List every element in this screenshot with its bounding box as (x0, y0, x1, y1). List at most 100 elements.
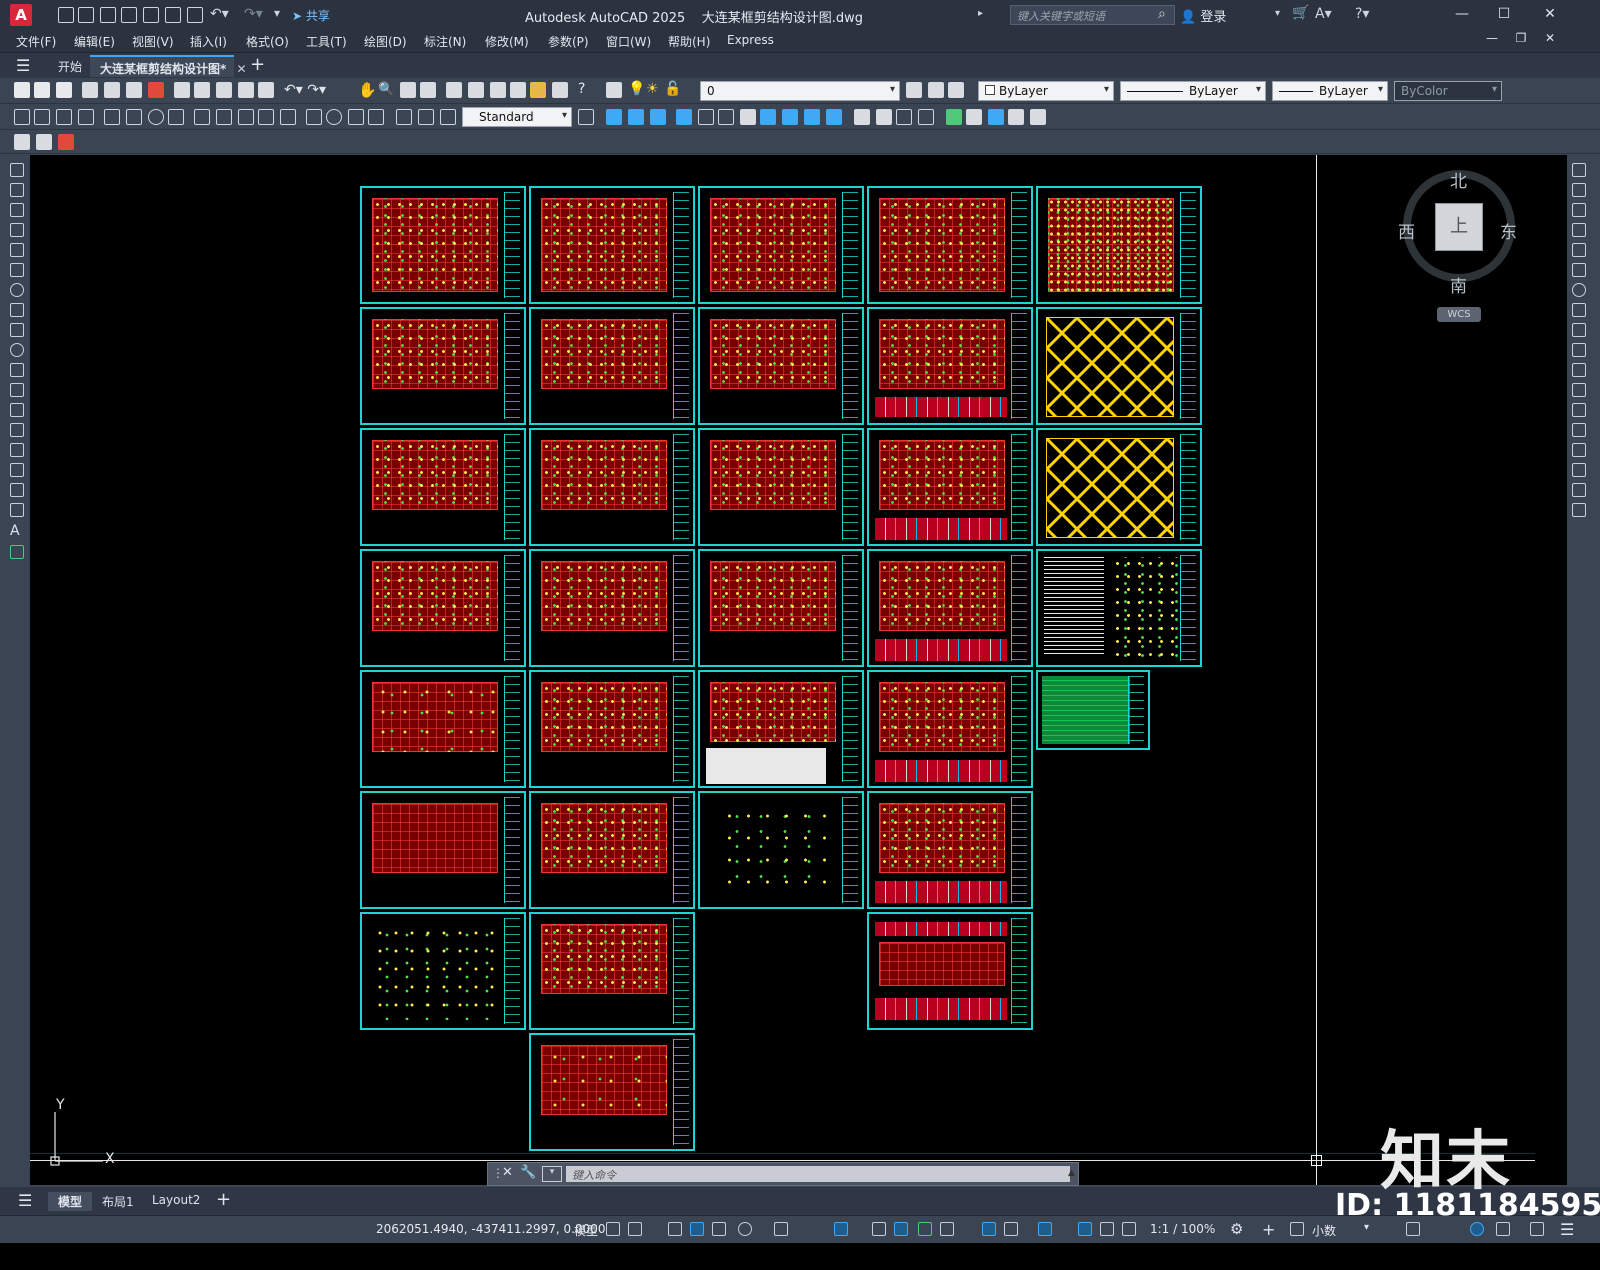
markup-icon[interactable] (530, 82, 546, 98)
continue-dim-icon[interactable] (238, 109, 254, 125)
menu-format[interactable]: 格式(O) (246, 33, 289, 50)
qnew-icon[interactable] (14, 82, 30, 98)
units-dropdown-icon[interactable]: ▾ (1364, 1222, 1369, 1233)
annotation-monitor-icon[interactable]: + (1262, 1220, 1275, 1239)
drawing-sheet[interactable] (360, 307, 526, 425)
search-icon[interactable]: ⌕ (1158, 6, 1166, 22)
hardware-acceleration-icon[interactable] (1496, 1222, 1510, 1236)
menu-file[interactable]: 文件(F) (16, 33, 56, 50)
layout-menu-icon[interactable]: ☰ (18, 1191, 32, 1210)
attribute-manager-icon[interactable] (58, 134, 74, 150)
annotation-scale-icon[interactable] (1122, 1222, 1136, 1236)
save-icon-tb[interactable] (56, 82, 72, 98)
radius-dim-icon[interactable] (104, 109, 120, 125)
menu-draw[interactable]: 绘图(D) (364, 33, 407, 50)
drawing-sheet[interactable] (529, 1033, 695, 1151)
region-icon[interactable] (10, 483, 24, 497)
lineweight-dropdown[interactable]: ByLayer ▾ (1272, 81, 1388, 101)
drawing-sheet[interactable] (360, 186, 526, 304)
undo-icon-tb[interactable]: ↶▾ ↷▾ (284, 82, 326, 98)
annotation-scale-readout[interactable]: 1:1 / 100% (1150, 1222, 1215, 1236)
table-icon[interactable] (10, 503, 24, 517)
quick-dim-icon[interactable] (194, 109, 210, 125)
erase-icon[interactable] (1572, 163, 1586, 177)
linetype-dropdown[interactable]: ByLayer ▾ (1120, 81, 1266, 101)
menu-express[interactable]: Express (727, 33, 774, 47)
adjust-icon[interactable] (1008, 109, 1024, 125)
copy-object-icon[interactable] (1572, 183, 1586, 197)
dim-break-icon[interactable] (280, 109, 296, 125)
tab-active-drawing[interactable]: 大连某框剪结构设计图* ✕ (90, 55, 247, 77)
workspace-gear-icon[interactable]: ⚙ (1230, 1220, 1243, 1238)
frames-icon[interactable] (1030, 109, 1046, 125)
menu-edit[interactable]: 编辑(E) (74, 33, 115, 50)
undo-icon[interactable]: ↶▾ (210, 6, 229, 22)
hatch-icon[interactable] (10, 443, 24, 457)
command-history-icon[interactable]: ▲ (1068, 1168, 1075, 1178)
sign-in-button[interactable]: 👤 登录 (1180, 6, 1226, 25)
point-icon[interactable] (10, 423, 24, 437)
drawing-sheet[interactable] (867, 670, 1033, 788)
jogged-linear-icon[interactable] (368, 109, 384, 125)
circle-icon[interactable] (10, 283, 24, 297)
attribute-edit-icon[interactable] (36, 134, 52, 150)
make-current-layer-icon[interactable] (906, 82, 922, 98)
baseline-dim-icon[interactable] (216, 109, 232, 125)
trim-icon[interactable] (1572, 343, 1586, 357)
block-editor-icon[interactable] (258, 82, 274, 98)
copy-icon[interactable] (194, 82, 210, 98)
drawing-sheet[interactable] (867, 428, 1033, 546)
drawing-sheet[interactable] (529, 670, 695, 788)
calculator-icon[interactable] (552, 82, 568, 98)
save-as-icon[interactable] (121, 7, 137, 23)
hamburger-menu-icon[interactable]: ☰ (16, 56, 30, 75)
tool-palettes-icon[interactable] (490, 82, 506, 98)
ellipse-arc-icon[interactable] (10, 363, 24, 377)
publish-icon[interactable] (126, 82, 142, 98)
isolate-objects-icon[interactable] (1470, 1222, 1484, 1236)
draw-order-under-icon[interactable] (676, 109, 692, 125)
drawing-sheet[interactable] (1036, 186, 1202, 304)
drawing-sheet[interactable] (867, 912, 1033, 1030)
drawing-sheet[interactable] (698, 791, 864, 909)
viewcube-top-face[interactable]: 上 (1435, 203, 1483, 251)
autocad-logo-icon[interactable]: A (10, 4, 32, 26)
auto-scale-icon[interactable] (1100, 1222, 1114, 1236)
plot-icon[interactable] (187, 7, 203, 23)
zoom-realtime-icon[interactable]: 🔍 (378, 82, 394, 97)
center-mark-icon[interactable] (326, 109, 342, 125)
pan-icon[interactable]: ✋ (358, 81, 377, 99)
quick-properties-icon[interactable] (1406, 1222, 1420, 1236)
drawing-canvas[interactable] (30, 155, 1567, 1185)
menu-window[interactable]: 窗口(W) (606, 33, 651, 50)
grid-icon[interactable] (606, 1222, 620, 1236)
menu-modify[interactable]: 修改(M) (485, 33, 529, 50)
rotate-icon[interactable] (1572, 283, 1586, 297)
spline-icon[interactable] (10, 323, 24, 337)
drawing-sheet[interactable] (529, 912, 695, 1030)
dim-space-icon[interactable] (258, 109, 274, 125)
scale-icon[interactable] (1572, 303, 1586, 317)
drawing-sheet[interactable] (529, 549, 695, 667)
fillet-icon[interactable] (1572, 463, 1586, 477)
break-icon[interactable] (1572, 403, 1586, 417)
aligned-dim-icon[interactable] (34, 109, 50, 125)
drawing-sheet[interactable] (867, 549, 1033, 667)
arc-length-dim-icon[interactable] (56, 109, 72, 125)
hide-objects-icon[interactable] (876, 109, 892, 125)
gradient-icon[interactable] (10, 463, 24, 477)
drawing-sheet[interactable] (1036, 670, 1150, 750)
annotation-visibility-icon[interactable] (1078, 1222, 1092, 1236)
drawing-sheet[interactable] (360, 549, 526, 667)
jogged-dim-icon[interactable] (126, 109, 142, 125)
polar-tracking-icon[interactable] (738, 1222, 752, 1236)
drawing-sheet[interactable] (867, 307, 1033, 425)
tab-close-icon[interactable]: ✕ (236, 62, 246, 76)
isodraft-icon[interactable] (774, 1222, 788, 1236)
color-dropdown[interactable]: ByLayer ▾ (978, 81, 1114, 101)
maximize-icon[interactable]: ☐ (1494, 6, 1514, 22)
move-icon[interactable] (1572, 263, 1586, 277)
xref-attach-icon[interactable] (966, 109, 982, 125)
viewcube-south[interactable]: 南 (1450, 272, 1467, 297)
autodesk-app-icon[interactable]: A▾ (1315, 6, 1332, 22)
